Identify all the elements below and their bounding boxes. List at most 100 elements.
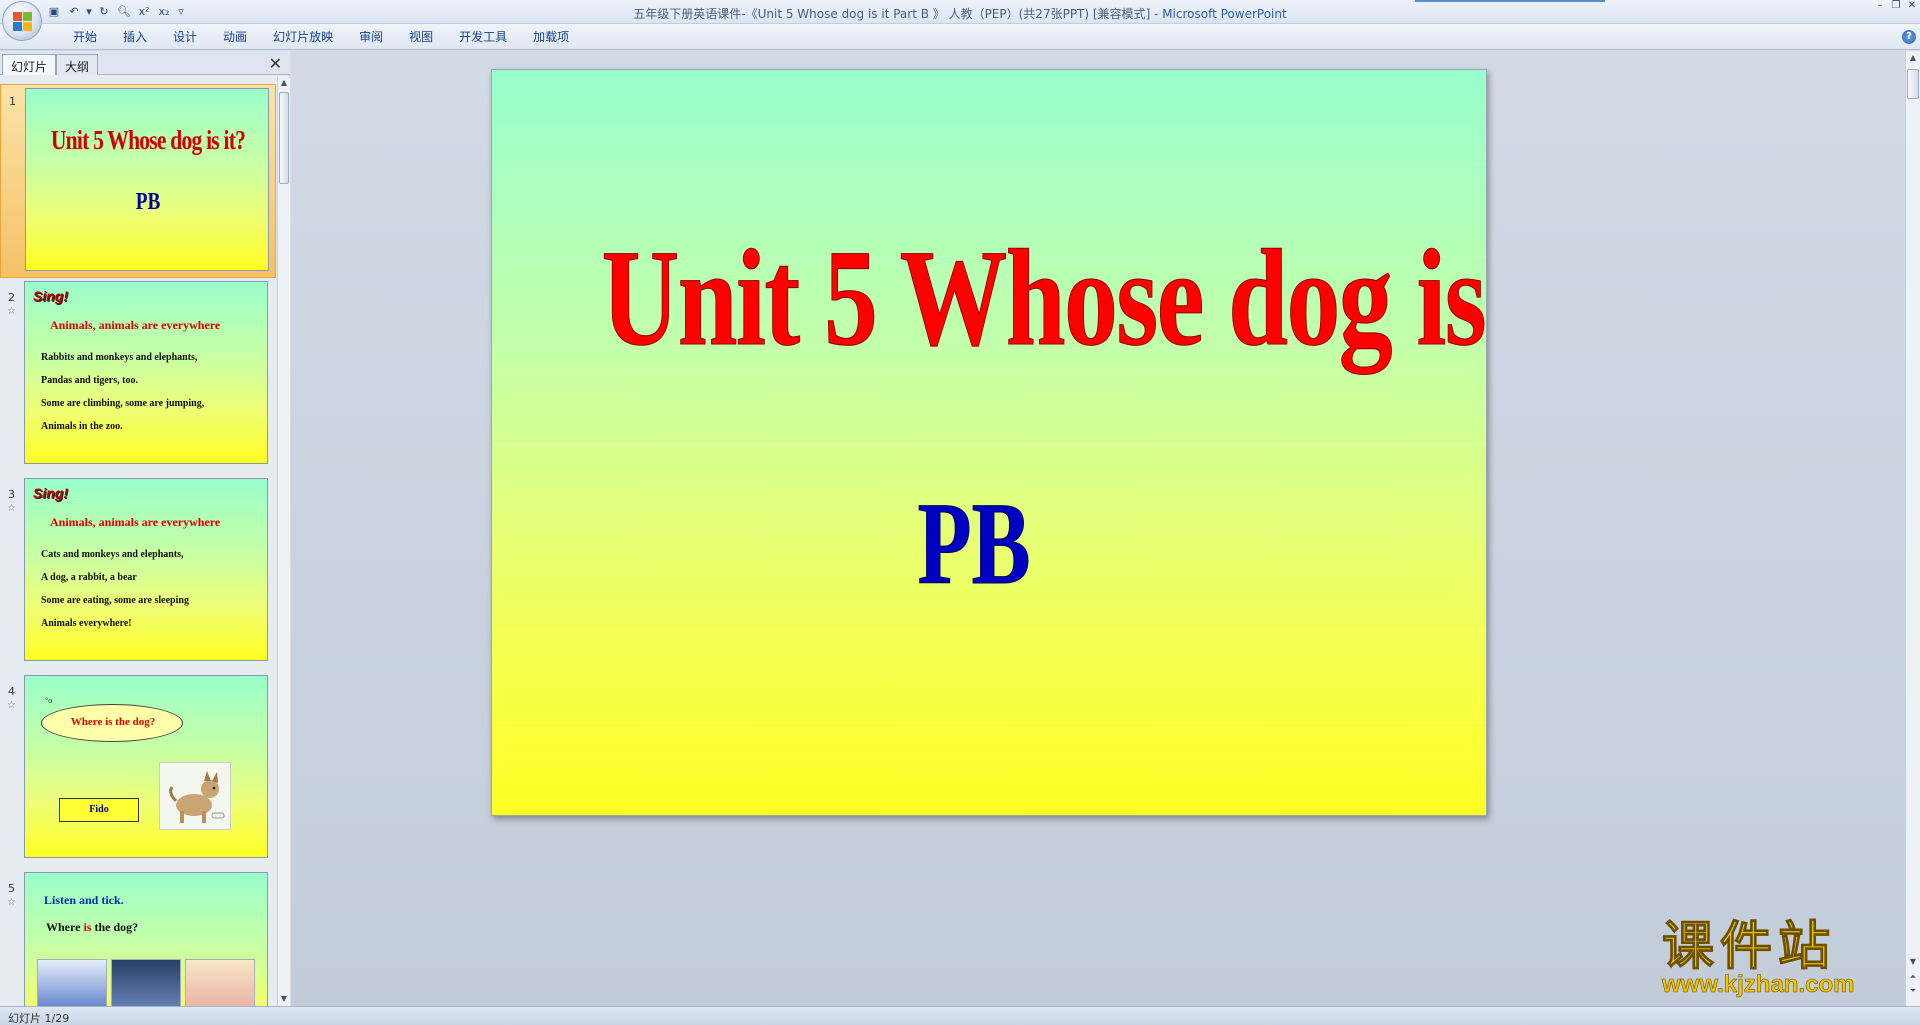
slide-preview: Sing! Animals, animals are everywhere Ca… (24, 478, 268, 661)
watermark-logo: 课件站 www.kjzhan.com (1662, 921, 1892, 999)
tab-slideshow[interactable]: 幻灯片放映 (260, 29, 346, 47)
office-logo-icon (13, 12, 32, 31)
scroll-thumb[interactable] (1907, 69, 1919, 99)
gradient-band (492, 444, 1486, 445)
slide-thumbnail-list: 1 Unit 5 Whose dog is it? PB 2 ☆ Sing! A… (0, 76, 276, 1006)
window-title-doc: 五年级下册英语课件-《Unit 5 Whose dog is it Part B… (633, 7, 1163, 21)
slide-subtitle[interactable]: PB (899, 478, 1049, 609)
gradient-band (492, 630, 1486, 631)
scroll-text: Fido (89, 804, 109, 815)
slide-preview: °o Where is the dog? Fido (24, 675, 268, 858)
thought-bubble: Where is the dog? (41, 704, 183, 742)
tab-outline[interactable]: 大纲 (56, 54, 99, 75)
slide-thumbnail-4[interactable]: 4 ☆ °o Where is the dog? Fido (0, 675, 276, 869)
title-bar: 五年级下册英语课件-《Unit 5 Whose dog is it Part B… (0, 0, 1920, 24)
slide-number: 1 (9, 95, 16, 108)
tab-animations[interactable]: 动画 (210, 29, 260, 47)
dog-icon (169, 771, 225, 823)
slide-thumbnail-5[interactable]: 5 ☆ Listen and tick. Where is the dog? (0, 872, 276, 1006)
name-scroll: Fido (59, 798, 139, 822)
song-line: Rabbits and monkeys and elephants, (41, 352, 198, 363)
song-line: Animals everywhere! (41, 618, 132, 629)
animation-star-icon: ☆ (7, 503, 16, 514)
scroll-thumb[interactable] (279, 92, 289, 184)
scroll-up-icon[interactable]: ▲ (1906, 53, 1920, 62)
quick-access-toolbar: ▣ ↶ ▾ ↻ 🔍︎ x² x₂ ▿ (46, 3, 186, 21)
sofa-picture (37, 959, 107, 1006)
current-slide[interactable]: Unit 5 Whose dog is it? PB (491, 69, 1487, 816)
gradient-band (492, 722, 1486, 723)
scroll-up-icon[interactable]: ▲ (278, 76, 290, 90)
redo-icon[interactable]: ↻ (96, 4, 112, 20)
song-title: Animals, animals are everywhere (50, 318, 221, 332)
undo-icon[interactable]: ↶ (66, 4, 82, 20)
thumbnail-scrollbar[interactable]: ▲ ▼ (277, 76, 290, 1006)
thumb-question: Where is the dog? (46, 920, 138, 935)
minimize-icon[interactable]: – (1874, 0, 1886, 12)
question-part: Where (46, 920, 84, 934)
thumb-heading: Sing! (33, 288, 68, 304)
next-slide-icon[interactable]: ⏷ (1906, 986, 1920, 996)
gradient-band (492, 164, 1486, 165)
ribbon-tabs: 开始 插入 设计 动画 幻灯片放映 审阅 视图 开发工具 加载项 (60, 29, 582, 47)
pane-tabs: 幻灯片 大纲 ✕ (0, 51, 290, 75)
window-title-app: Microsoft PowerPoint (1162, 7, 1287, 21)
tab-addins[interactable]: 加载项 (520, 29, 582, 47)
window-controls: – ❐ ✕ (1874, 0, 1918, 12)
scroll-down-icon[interactable]: ▼ (1906, 957, 1920, 966)
slide-thumbnail-2[interactable]: 2 ☆ Sing! Animals, animals are everywher… (0, 281, 276, 475)
animation-star-icon: ☆ (7, 306, 16, 317)
tab-design[interactable]: 设计 (160, 29, 210, 47)
slide-preview: Listen and tick. Where is the dog? (24, 872, 268, 1006)
tab-slides[interactable]: 幻灯片 (2, 54, 57, 75)
thought-dots-icon: °o (45, 696, 53, 705)
watermark-cn: 课件站 (1662, 917, 1837, 977)
previous-slide-icon[interactable]: ⏶ (1906, 972, 1920, 982)
print-preview-icon[interactable]: 🔍︎ (116, 4, 132, 20)
slides-pane: 幻灯片 大纲 ✕ 1 Unit 5 Whose dog is it? PB 2 … (0, 51, 290, 1006)
save-icon[interactable]: ▣ (46, 4, 62, 20)
tab-home[interactable]: 开始 (60, 29, 110, 47)
close-window-icon[interactable]: ✕ (1906, 0, 1918, 12)
thumb-heading: Listen and tick. (44, 893, 124, 907)
slide-number: 4 (8, 685, 15, 698)
bubble-text: Where is the dog? (70, 716, 156, 728)
superscript-icon[interactable]: x² (136, 4, 152, 20)
close-icon[interactable]: ✕ (269, 54, 282, 73)
slide-preview: Unit 5 Whose dog is it? PB (25, 88, 269, 271)
ribbon-tab-row: 开始 插入 设计 动画 幻灯片放映 审阅 视图 开发工具 加载项 ? (0, 24, 1920, 50)
slide-title[interactable]: Unit 5 Whose dog is it? (601, 221, 1486, 374)
scroll-down-icon[interactable]: ▼ (278, 992, 290, 1006)
bed-picture (111, 959, 181, 1006)
title-accent-strip (1415, 0, 1605, 2)
restore-icon[interactable]: ❐ (1890, 0, 1902, 12)
watermark-url: www.kjzhan.com (1662, 971, 1855, 999)
song-line: Some are eating, some are sleeping (41, 595, 189, 606)
customize-qat-icon[interactable]: ▿ (176, 4, 186, 20)
song-line: Pandas and tigers, too. (41, 375, 138, 386)
song-line: Cats and monkeys and elephants, (41, 549, 184, 560)
song-title: Animals, animals are everywhere (50, 515, 221, 529)
undo-dropdown-icon[interactable]: ▾ (86, 4, 92, 20)
slide-workspace: Unit 5 Whose dog is it? PB (291, 51, 1905, 1006)
slide-indicator: 幻灯片 1/29 (8, 1012, 70, 1025)
animation-star-icon: ☆ (7, 700, 16, 711)
dog-picture (159, 762, 231, 830)
question-part: the dog? (91, 920, 139, 934)
status-bar: 幻灯片 1/29 (0, 1006, 1920, 1025)
slide-number: 5 (8, 882, 15, 895)
workspace-scrollbar[interactable]: ▲ ▼ ⏶ ⏷ (1905, 51, 1920, 1006)
room-picture (185, 959, 255, 1006)
office-button[interactable] (2, 1, 42, 41)
slide-thumbnail-3[interactable]: 3 ☆ Sing! Animals, animals are everywher… (0, 478, 276, 672)
help-icon[interactable]: ? (1902, 30, 1916, 44)
tab-view[interactable]: 视图 (396, 29, 446, 47)
song-line: Animals in the zoo. (41, 421, 123, 432)
slide-number: 3 (8, 488, 15, 501)
slide-thumbnail-1[interactable]: 1 Unit 5 Whose dog is it? PB (0, 84, 276, 278)
tab-insert[interactable]: 插入 (110, 29, 160, 47)
subscript-icon[interactable]: x₂ (156, 4, 172, 20)
tab-developer[interactable]: 开发工具 (446, 29, 520, 47)
tab-review[interactable]: 审阅 (346, 29, 396, 47)
animation-star-icon: ☆ (7, 897, 16, 908)
